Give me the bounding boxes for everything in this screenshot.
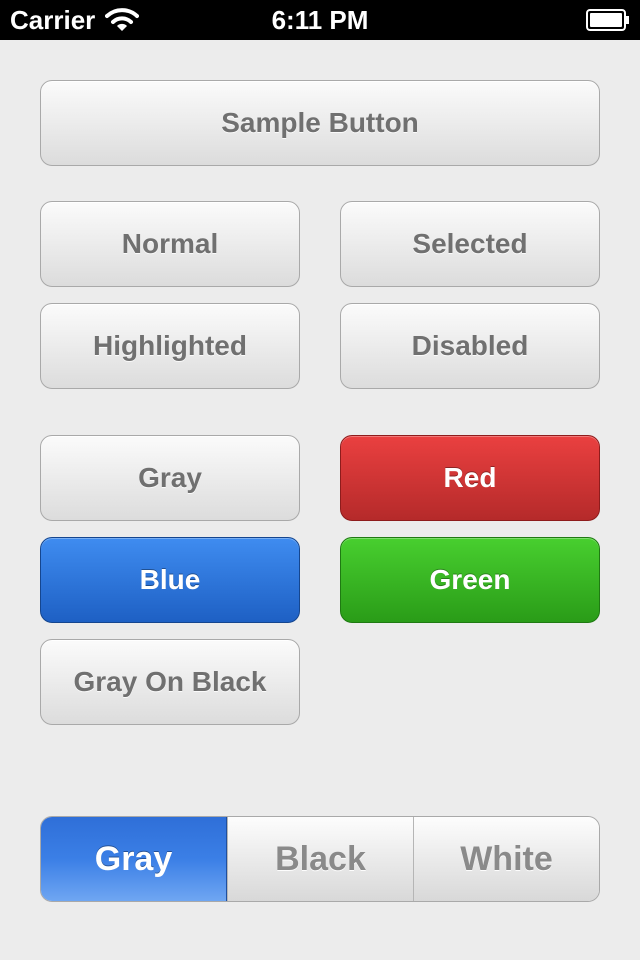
green-button[interactable]: Green xyxy=(340,537,600,623)
main-content: Sample Button Normal Selected Highlighte… xyxy=(0,40,640,960)
status-bar: Carrier 6:11 PM xyxy=(0,0,640,40)
style-segmented-control: Gray Black White xyxy=(40,816,600,902)
battery-icon xyxy=(586,9,629,31)
normal-button[interactable]: Normal xyxy=(40,201,300,287)
red-button[interactable]: Red xyxy=(340,435,600,521)
disabled-button[interactable]: Disabled xyxy=(340,303,600,389)
segment-white[interactable]: White xyxy=(413,817,599,901)
highlighted-button[interactable]: Highlighted xyxy=(40,303,300,389)
blue-button[interactable]: Blue xyxy=(40,537,300,623)
segment-black[interactable]: Black xyxy=(227,817,413,901)
status-time: 6:11 PM xyxy=(271,5,369,35)
selected-button[interactable]: Selected xyxy=(340,201,600,287)
segment-gray[interactable]: Gray xyxy=(41,817,227,901)
gray-on-black-button[interactable]: Gray On Black xyxy=(40,639,300,725)
sample-button[interactable]: Sample Button xyxy=(40,80,600,166)
gray-button[interactable]: Gray xyxy=(40,435,300,521)
